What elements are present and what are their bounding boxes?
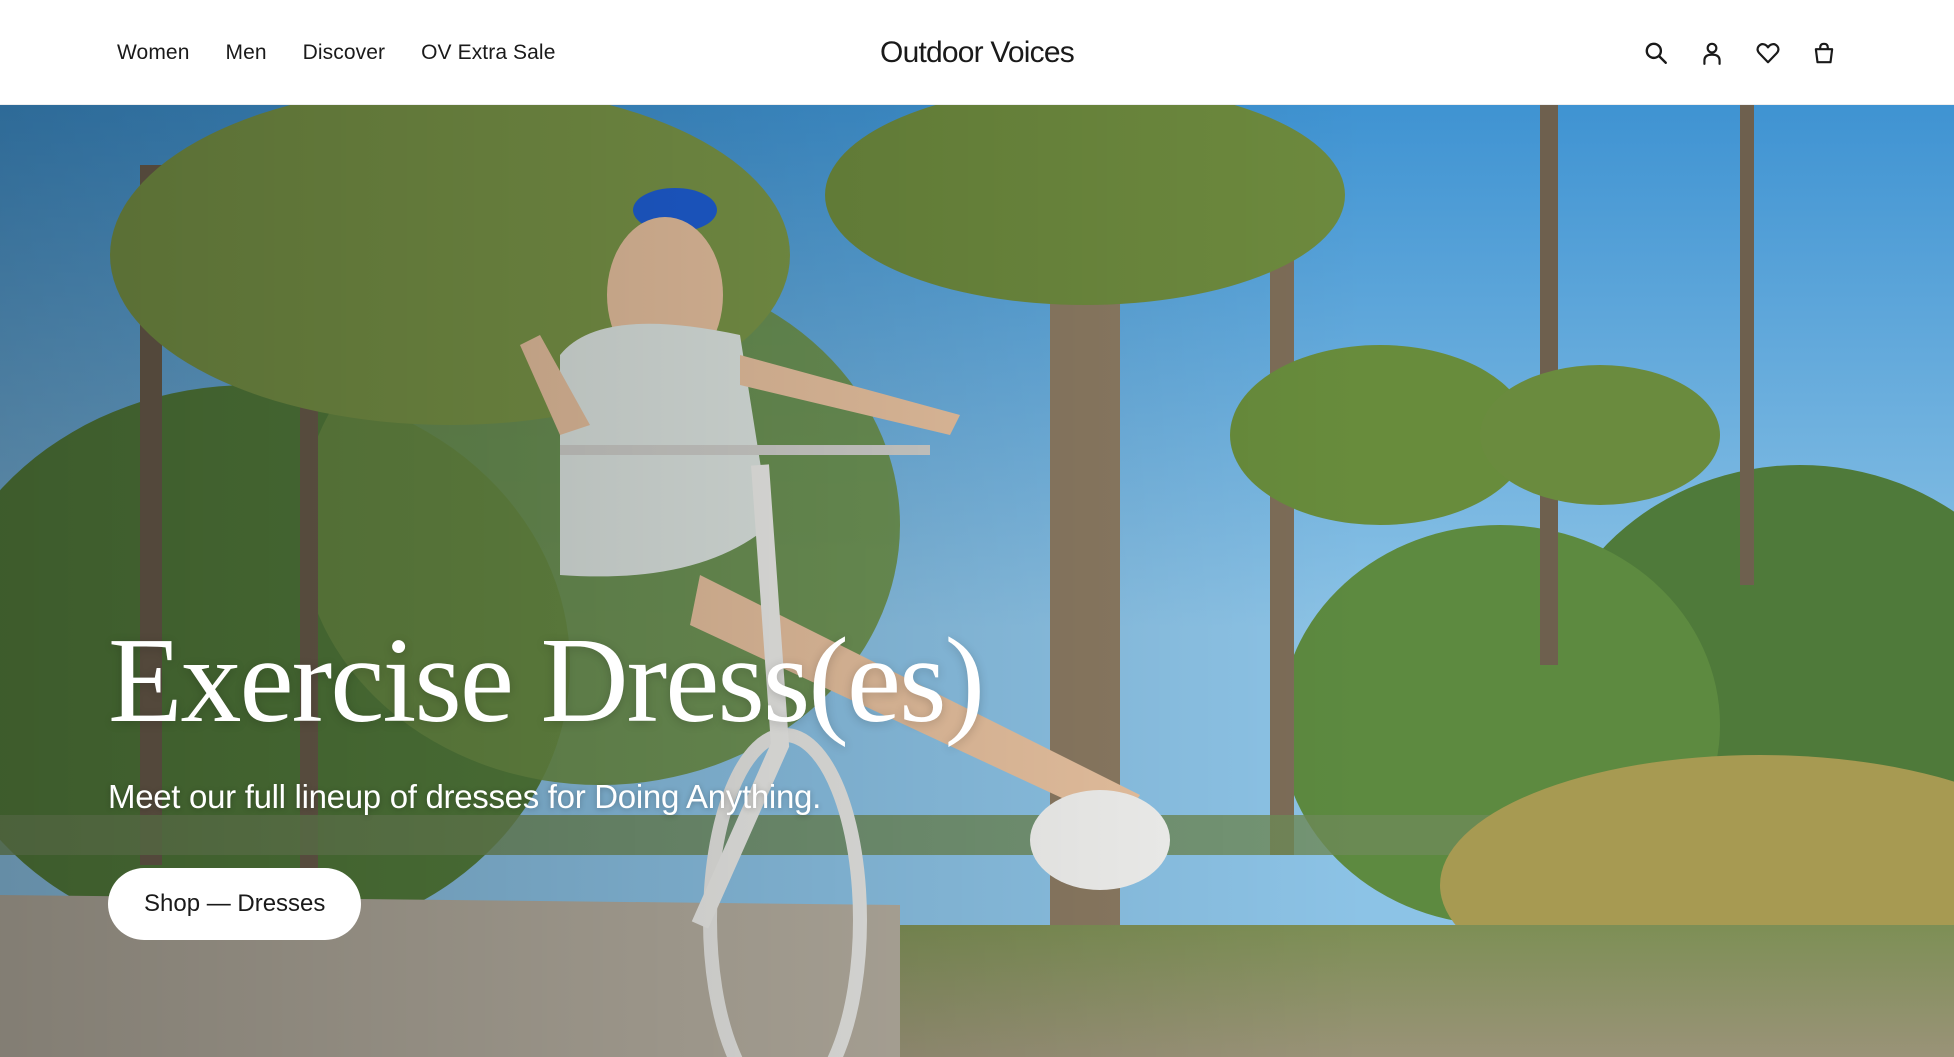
wishlist-button[interactable] — [1752, 37, 1784, 69]
site-logo[interactable]: Outdoor Voices — [880, 36, 1075, 70]
nav-link-ov-extra-sale[interactable]: OV Extra Sale — [421, 41, 555, 65]
utility-nav — [1640, 0, 1840, 105]
hero-banner: Exercise Dress(es) Meet our full lineup … — [0, 105, 1954, 1057]
cart-button[interactable] — [1808, 37, 1840, 69]
hero-subtitle: Meet our full lineup of dresses for Doin… — [108, 778, 821, 815]
nav-link-women[interactable]: Women — [117, 41, 189, 65]
site-header: Women Men Discover OV Extra Sale Outdoor… — [0, 0, 1954, 105]
search-button[interactable] — [1640, 37, 1672, 69]
hero-content: Exercise Dress(es) Meet our full lineup … — [108, 620, 1208, 940]
shop-dresses-button[interactable]: Shop — Dresses — [108, 868, 362, 940]
search-icon — [1645, 42, 1667, 64]
primary-nav: Women Men Discover OV Extra Sale — [117, 0, 555, 105]
bag-icon — [1814, 42, 1834, 63]
nav-link-discover[interactable]: Discover — [303, 41, 385, 65]
hero-title: Exercise Dress(es) — [108, 613, 985, 748]
account-button[interactable] — [1696, 37, 1728, 69]
account-icon — [1703, 42, 1721, 65]
nav-link-men[interactable]: Men — [225, 41, 266, 65]
heart-icon — [1756, 42, 1780, 63]
